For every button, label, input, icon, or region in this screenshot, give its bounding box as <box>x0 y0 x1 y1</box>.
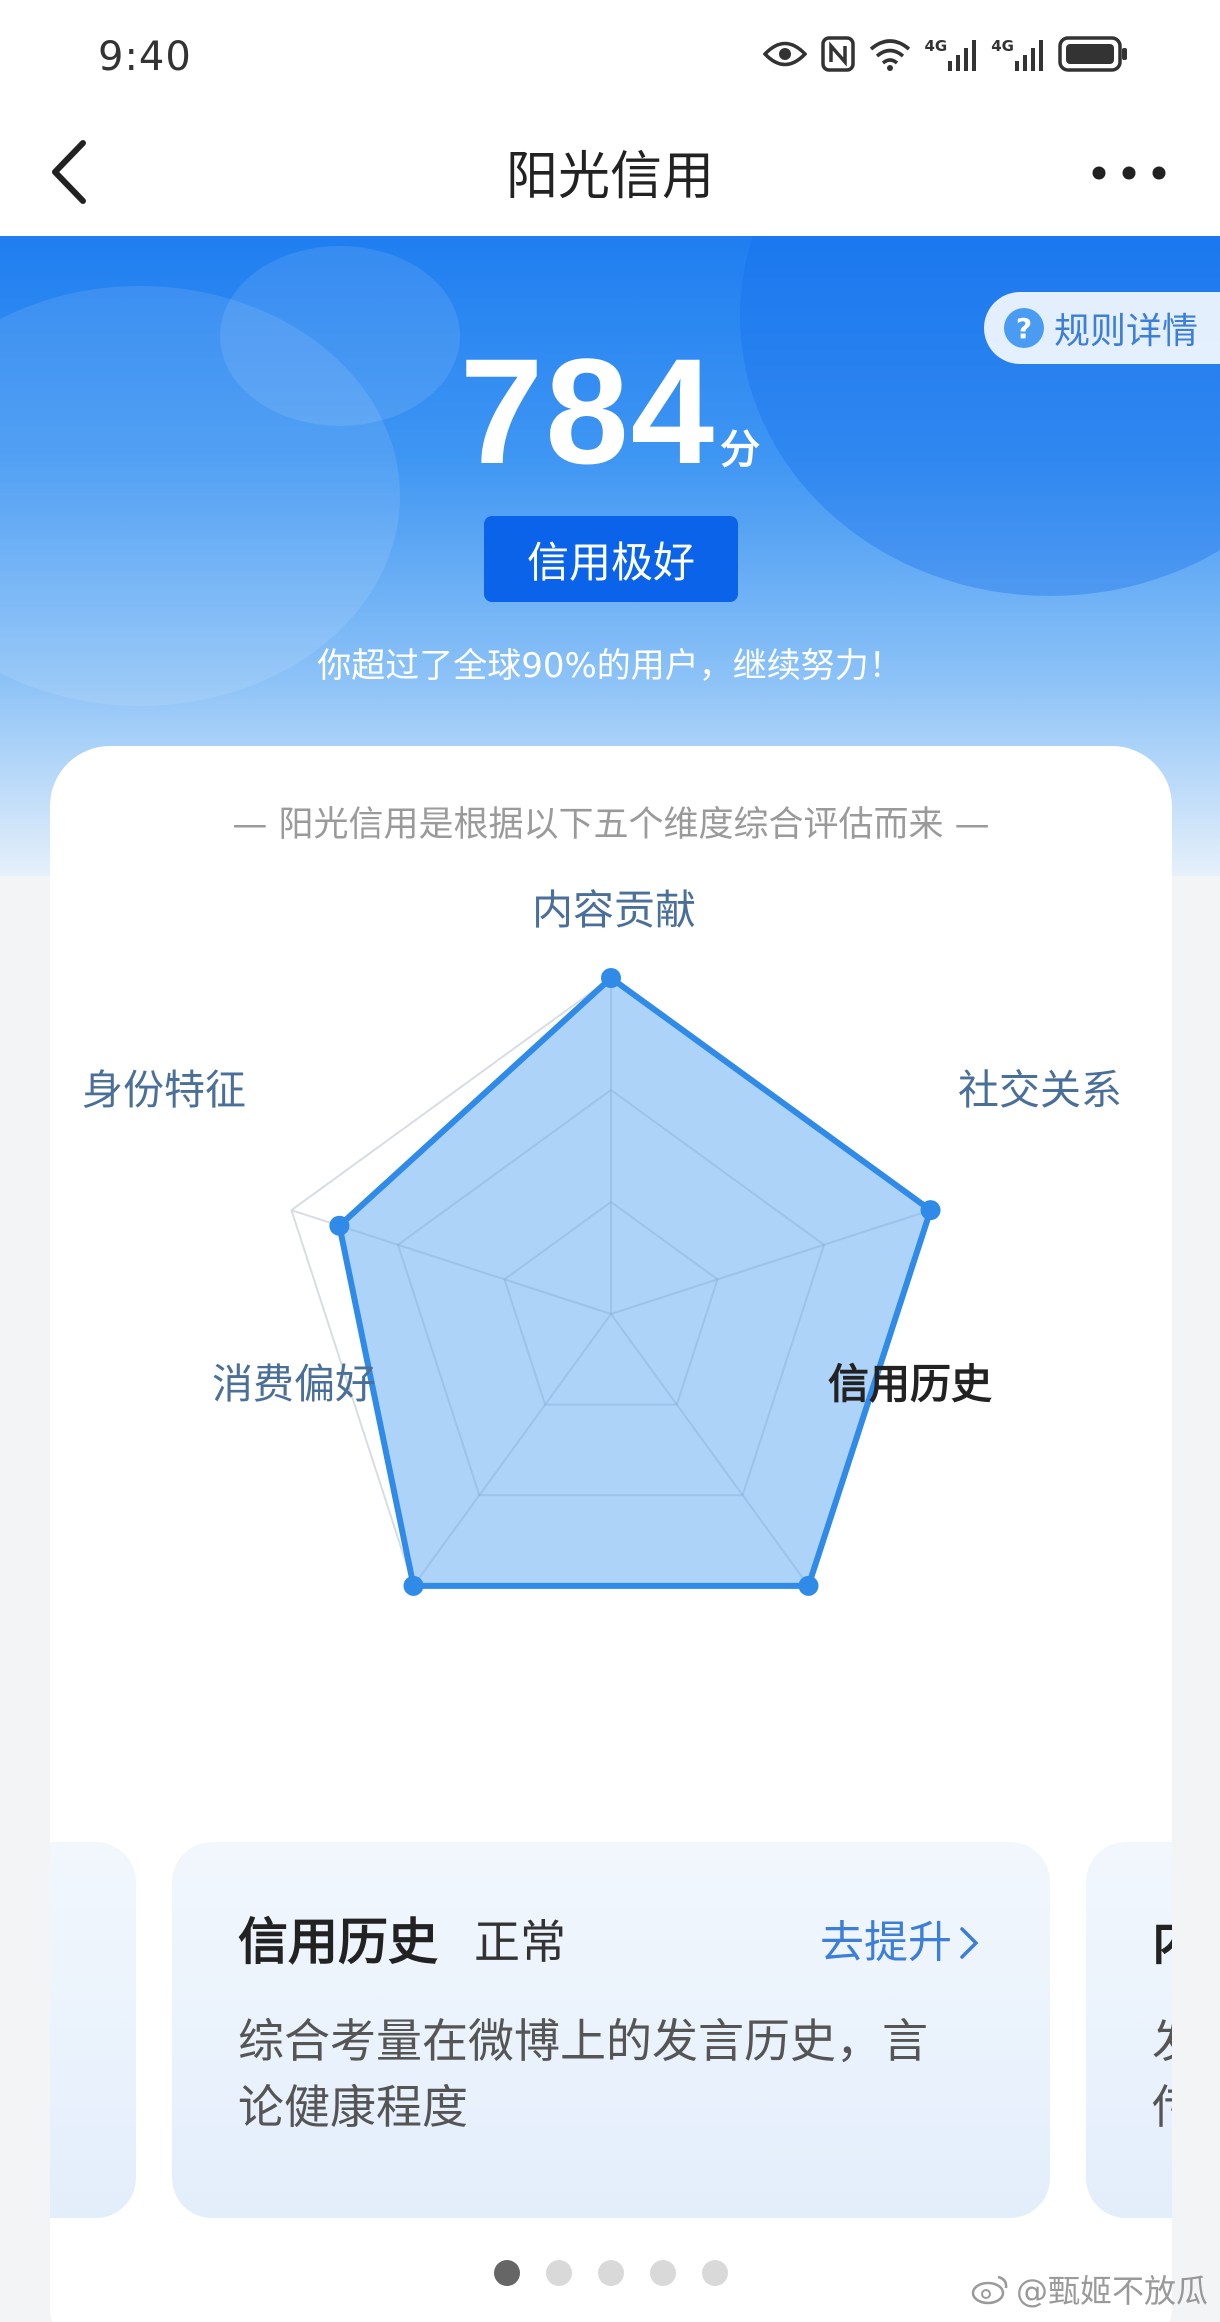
radar-point <box>329 1215 350 1236</box>
dimension-description: 综合考量在微博上的发言历史，言 论健康程度 <box>238 2008 998 2140</box>
description-line: 论健康程度 <box>238 2080 468 2134</box>
signal-4g-icon: 4G <box>925 37 978 71</box>
score-value: 784 <box>459 327 717 495</box>
axis-label-credit-history[interactable]: 信用历史 <box>828 1350 992 1410</box>
ranking-tip: 你超过了全球90%的用户，继续努力！ <box>317 646 903 686</box>
watermark: @甄姬不放瓜 <box>970 2266 1208 2312</box>
next-dimension-title: 内 <box>1152 1902 1172 1974</box>
carousel-card-next[interactable]: 内 发 传 <box>1086 1842 1172 2218</box>
pager-dot[interactable] <box>702 2260 728 2286</box>
page-title: 阳光信用 <box>505 147 714 207</box>
next-dimension-description: 发 传 <box>1152 2008 1172 2140</box>
score-unit: 分 <box>720 427 761 473</box>
improve-link-label: 去提升 <box>820 1917 952 1968</box>
description-line: 综合考量在微博上的发言历史，言 <box>238 2014 928 2068</box>
more-button[interactable] <box>1084 150 1174 196</box>
eye-icon <box>762 39 807 69</box>
pager-dot[interactable] <box>650 2260 676 2286</box>
radar-chart: 内容贡献 社交关系 信用历史 消费偏好 身份特征 <box>50 876 1172 1596</box>
radar-point <box>601 968 621 988</box>
network-label: 4G <box>924 37 948 55</box>
description-line: 传 <box>1152 2074 1172 2140</box>
description-line: 发 <box>1152 2008 1172 2074</box>
radar-point <box>798 1575 819 1596</box>
radar-svg <box>290 968 941 1596</box>
pager-dot[interactable] <box>494 2260 520 2286</box>
improve-link[interactable]: 去提升 <box>820 1906 980 1970</box>
radar-point <box>920 1200 941 1221</box>
nfc-icon <box>820 36 855 72</box>
dimension-card: — 阳光信用是根据以下五个维度综合评估而来 — 内容贡献 社交关系 信用历史 消… <box>50 746 1172 2322</box>
credit-score: 784 分 <box>0 336 1220 486</box>
watermark-text: @甄姬不放瓜 <box>1015 2272 1208 2310</box>
axis-label-social[interactable]: 社交关系 <box>958 1056 1122 1116</box>
card-subtitle: — 阳光信用是根据以下五个维度综合评估而来 — <box>232 805 990 845</box>
status-bar: 9:40 4G 4G <box>0 0 1220 110</box>
axis-label-identity[interactable]: 身份特征 <box>82 1056 246 1116</box>
axis-label-consumption[interactable]: 消费偏好 <box>212 1350 376 1410</box>
more-dots-icon <box>1092 166 1166 180</box>
chevron-right-icon <box>960 1927 979 1959</box>
credit-level-badge: 信用极好 <box>484 516 738 602</box>
dimension-title: 信用历史 <box>238 1913 438 1971</box>
dimension-status: 正常 <box>474 1915 566 1969</box>
carousel-card-prev[interactable] <box>50 1842 136 2218</box>
status-icons: 4G 4G <box>762 36 1129 72</box>
wifi-icon <box>869 37 911 71</box>
nav-bar: 阳光信用 <box>0 110 1220 236</box>
network-label-2: 4G <box>991 37 1014 55</box>
battery-icon <box>1058 36 1128 72</box>
weibo-icon <box>971 2275 1008 2305</box>
status-time: 9:40 <box>98 34 192 80</box>
signal-4g-icon-2: 4G <box>991 37 1044 71</box>
radar-point <box>403 1575 424 1596</box>
dimension-carousel[interactable]: 信用历史 正常 去提升 综合考量在微博上的发言历史，言 论健康程度 内 发 传 <box>50 1842 1172 2222</box>
carousel-card-current[interactable]: 信用历史 正常 去提升 综合考量在微博上的发言历史，言 论健康程度 <box>172 1842 1050 2218</box>
axis-label-content[interactable]: 内容贡献 <box>532 876 696 936</box>
pager-dot[interactable] <box>598 2260 624 2286</box>
pager-dot[interactable] <box>546 2260 572 2286</box>
